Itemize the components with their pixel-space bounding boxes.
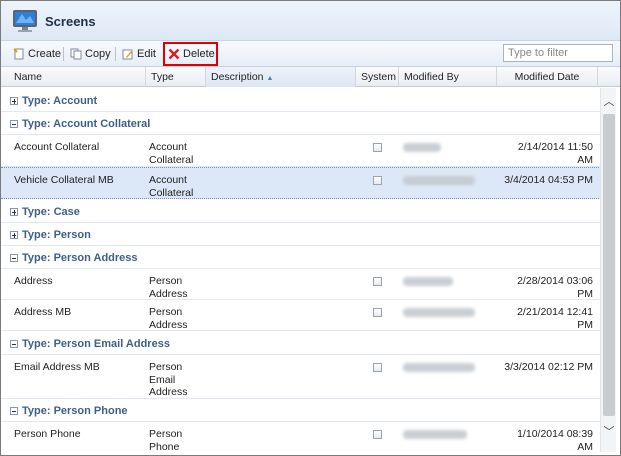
page-title: Screens [45,14,96,29]
modified-by-redacted [403,143,441,152]
column-header-system[interactable]: System [356,67,399,87]
vertical-scrollbar[interactable]: ︿ ﹀ [600,88,616,452]
table-row[interactable]: Email Address MB Person Email Address 3/… [1,355,601,399]
modified-by-redacted [403,277,453,286]
modified-by-redacted [403,176,475,185]
system-checkbox [373,176,382,185]
table-row[interactable]: Address MB Person Address 2/21/2014 12:4… [1,300,601,331]
system-checkbox [373,277,382,286]
edit-icon [122,49,133,60]
copy-button[interactable]: Copy [70,45,111,63]
delete-icon [168,48,180,60]
collapse-icon[interactable] [10,340,18,348]
create-button[interactable]: Create [13,45,61,63]
column-header-modified-by[interactable]: Modified By [399,67,497,87]
modified-by-redacted [403,363,475,372]
scroll-down-icon[interactable]: ﹀ [601,422,617,442]
create-icon [13,48,24,60]
group-row-person-email-address[interactable]: Type: Person Email Address [1,332,601,355]
edit-button[interactable]: Edit [122,45,156,63]
copy-icon [70,48,82,60]
system-checkbox [373,430,382,439]
delete-button[interactable]: Delete [168,45,215,63]
toolbar: Create Copy Edit Delete [1,41,620,67]
scroll-up-icon[interactable]: ︿ [601,92,617,112]
screens-grid: Type: Account Type: Account Collateral A… [1,88,601,452]
column-header-type[interactable]: Type [146,67,206,87]
modified-by-redacted [403,430,467,439]
screens-window: Screens Create Copy Edit Delete Type to … [0,0,621,456]
column-header-modified-date[interactable]: Modified Date [497,67,598,87]
table-row[interactable]: Account Collateral Account Collateral 2/… [1,135,601,167]
group-row-person[interactable]: Type: Person [1,223,601,246]
system-checkbox [373,143,382,152]
group-row-person-phone[interactable]: Type: Person Phone [1,399,601,422]
delete-label: Delete [183,48,215,60]
filter-input[interactable] [503,44,613,62]
monitor-icon [13,10,37,32]
collapse-icon[interactable] [10,407,18,415]
expand-icon[interactable] [10,97,18,105]
group-row-account[interactable]: Type: Account [1,89,601,112]
toolbar-separator [115,47,116,61]
sort-ascending-icon: ▲ [266,75,274,82]
modified-by-redacted [403,308,475,317]
column-header-description[interactable]: Description ▲ [206,67,356,87]
expand-icon[interactable] [10,231,18,239]
scroll-thumb[interactable] [603,114,615,416]
table-row-selected[interactable]: Vehicle Collateral MB Account Collateral… [1,167,601,199]
group-row-person-address[interactable]: Type: Person Address [1,246,601,269]
system-checkbox [373,308,382,317]
table-row[interactable]: Address Person Address 2/28/2014 03:06 P… [1,269,601,300]
toolbar-separator [63,47,64,61]
group-row-account-collateral[interactable]: Type: Account Collateral [1,112,601,135]
collapse-icon[interactable] [10,120,18,128]
expand-icon[interactable] [10,208,18,216]
column-header-name[interactable]: Name [9,67,146,87]
create-label: Create [28,48,62,60]
edit-label: Edit [137,48,156,60]
grid-header: Name Type Description ▲ System Modified B… [1,67,620,87]
table-row[interactable]: Person Phone Person Phone 1/10/2014 08:3… [1,422,601,452]
system-checkbox [373,363,382,372]
title-bar: Screens [1,1,620,41]
copy-label: Copy [85,48,111,60]
group-row-case[interactable]: Type: Case [1,200,601,223]
collapse-icon[interactable] [10,254,18,262]
